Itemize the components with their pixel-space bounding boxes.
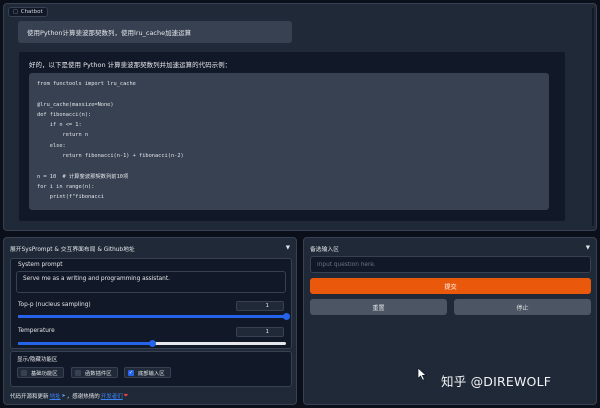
system-prompt-section: System prompt Serve me as a writing and …	[10, 258, 292, 332]
temperature-label: Temperature	[18, 328, 55, 334]
settings-panel: 展开SysPrompt & 交互界面布局 & Github地址 ▼ System…	[3, 237, 297, 405]
checkbox-bottom-input[interactable]: ✓ 底部输入区	[124, 367, 171, 378]
mouse-cursor-icon	[417, 367, 427, 381]
checkbox-label: 基础功能区	[31, 370, 58, 377]
top-p-label: Top-p (nucleus sampling)	[18, 302, 91, 308]
bot-message: 好的，以下是使用 Python 计算斐波那契数列并加速运算的代码示例： from…	[18, 51, 566, 222]
footer-middle: ，感谢热情的	[66, 394, 100, 400]
checkbox-basic-functions[interactable]: 基础功能区	[17, 367, 64, 378]
visibility-section: 显示/隐藏功能区 基础功能区 函数插件区 ✓ 底部输入区	[10, 351, 292, 387]
temperature-slider[interactable]	[18, 339, 286, 347]
submit-button[interactable]: 提交	[310, 278, 591, 294]
footer-text: 代码开源和更新 地址 ➤ ，感谢热情的 开发者们 ❤	[10, 392, 128, 400]
checkbox-checked-icon[interactable]: ✓	[128, 369, 134, 376]
rocket-icon: ➤	[61, 393, 66, 399]
temperature-section: Temperature 1	[10, 325, 292, 349]
chatbot-tab: □ Chatbot	[8, 7, 48, 17]
alt-input-panel: 备选输入区 ▼ 提交 重置 停止 知乎 @DIREWOLF	[303, 237, 597, 405]
bot-message-text: 好的，以下是使用 Python 计算斐波那契数列并加速运算的代码示例：	[29, 61, 232, 69]
settings-header-label: 展开SysPrompt & 交互界面布局 & Github地址	[10, 246, 135, 253]
code-block: from functools import lru_cache @lru_cac…	[29, 73, 549, 210]
chat-bubble-icon: □	[13, 9, 18, 15]
repo-link[interactable]: 地址	[50, 392, 61, 400]
chat-scrollbar[interactable]	[592, 8, 594, 226]
checkbox-label: 底部输入区	[138, 370, 165, 377]
checkbox-icon[interactable]	[75, 369, 81, 376]
temperature-slider-fill	[18, 342, 152, 345]
heart-icon: ❤	[123, 393, 128, 399]
system-prompt-input[interactable]: Serve me as a writing and programming as…	[16, 271, 286, 293]
collapse-triangle-icon[interactable]: ▼	[286, 245, 290, 251]
system-prompt-label: System prompt	[18, 262, 63, 268]
settings-header[interactable]: 展开SysPrompt & 交互界面布局 & Github地址 ▼	[10, 243, 290, 253]
alt-input-header-label: 备选输入区	[310, 246, 339, 253]
temperature-number-input[interactable]: 1	[236, 327, 284, 337]
visibility-title: 显示/隐藏功能区	[17, 357, 58, 363]
footer-prefix: 代码开源和更新	[10, 394, 49, 400]
watermark-text: 知乎 @DIREWOLF	[441, 374, 552, 389]
question-input[interactable]	[310, 256, 591, 273]
user-message-text: 使用Python计算斐波那契数列，使用lru_cache加速运算	[27, 29, 192, 37]
top-p-slider[interactable]	[18, 312, 290, 320]
checkbox-icon[interactable]	[21, 369, 27, 376]
checkbox-label: 函数插件区	[85, 370, 112, 377]
top-p-number-input[interactable]: 1	[236, 301, 284, 311]
temperature-slider-thumb[interactable]	[148, 339, 156, 347]
checkbox-function-plugins[interactable]: 函数插件区	[71, 367, 118, 378]
chatbot-panel: □ Chatbot 使用Python计算斐波那契数列，使用lru_cache加速…	[3, 3, 597, 231]
reset-button[interactable]: 重置	[310, 299, 447, 315]
top-p-slider-fill	[18, 315, 286, 318]
chatbot-tab-label: Chatbot	[20, 9, 43, 15]
user-message: 使用Python计算斐波那契数列，使用lru_cache加速运算	[18, 21, 292, 43]
collapse-triangle-icon[interactable]: ▼	[586, 245, 590, 251]
top-p-slider-thumb[interactable]	[282, 312, 290, 320]
stop-button[interactable]: 停止	[454, 299, 591, 315]
alt-input-header[interactable]: 备选输入区 ▼	[310, 243, 590, 253]
developers-link[interactable]: 开发者们	[101, 392, 123, 400]
